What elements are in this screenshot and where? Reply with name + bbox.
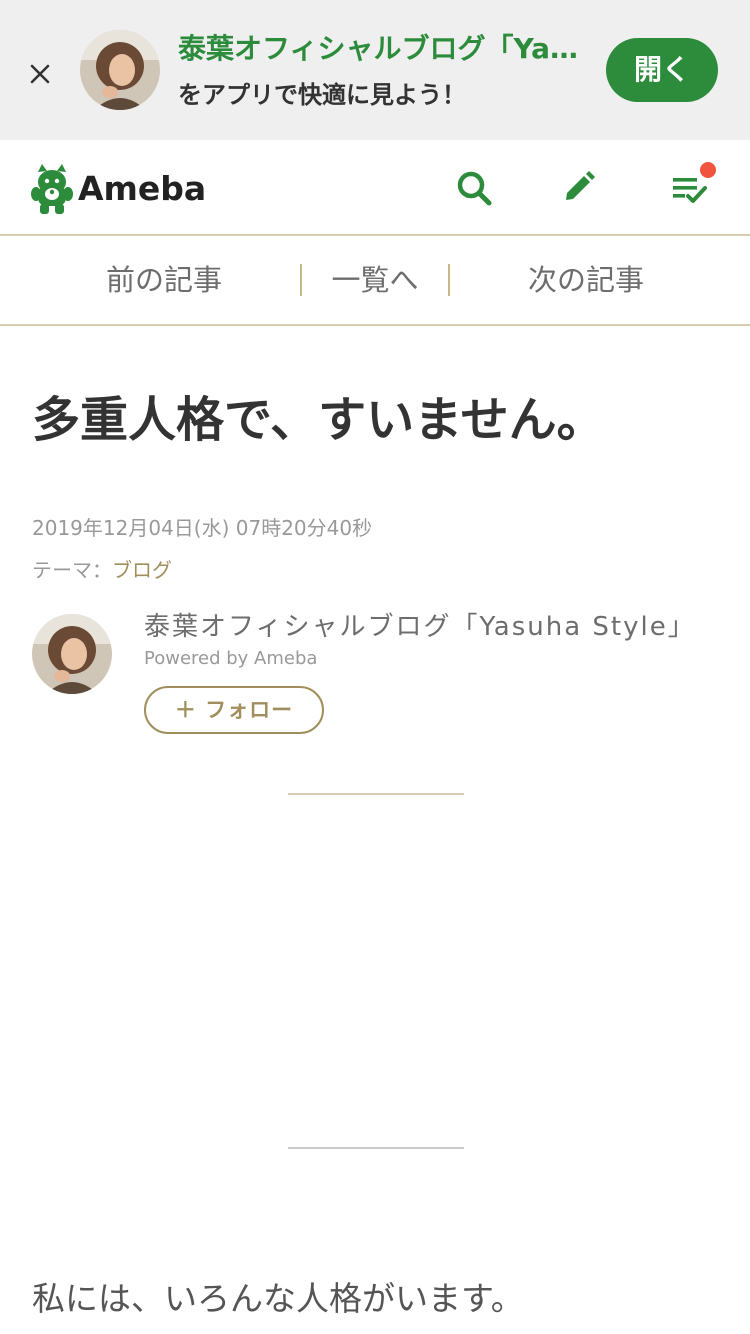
reading-list-icon[interactable] xyxy=(670,162,716,208)
next-article-link[interactable]: 次の記事 xyxy=(460,236,712,324)
entry-date: 2019年12月04日(水) 07時20分40秒 xyxy=(32,516,373,540)
banner-title: 泰葉オフィシャルブログ「Yasuha Style」 xyxy=(178,32,590,65)
nav-divider xyxy=(448,264,450,296)
powered-by-text: Powered by Ameba xyxy=(144,648,318,669)
entry-title: 多重人格で、すいません。 xyxy=(32,392,605,448)
notification-badge xyxy=(700,162,716,178)
ameba-logo-icon xyxy=(31,164,73,214)
open-app-button[interactable]: 開く xyxy=(606,38,718,102)
author-blog-name[interactable]: 泰葉オフィシャルブログ「Yasuha Style」 xyxy=(144,610,696,644)
search-icon[interactable] xyxy=(454,168,494,208)
theme-label: テーマ： xyxy=(32,558,112,582)
entry-body-text: 私には、いろんな人格がいます。 xyxy=(32,1279,524,1318)
article-list-link[interactable]: 一覧へ xyxy=(302,236,448,324)
follow-button[interactable]: ＋ フォロー xyxy=(144,686,324,734)
pencil-icon[interactable] xyxy=(558,168,598,208)
theme-link[interactable]: ブログ xyxy=(112,558,172,582)
close-icon[interactable] xyxy=(24,58,56,90)
section-divider-bottom xyxy=(288,1147,464,1149)
app-install-banner: 泰葉オフィシャルブログ「Yasuha Style」 をアプリで快適に見よう！ 開… xyxy=(0,0,750,140)
prev-article-link[interactable]: 前の記事 xyxy=(40,236,288,324)
author-avatar[interactable] xyxy=(32,614,112,694)
logo-text: Ameba xyxy=(78,168,207,208)
entry-theme: テーマ：ブログ xyxy=(32,554,172,583)
article-navigation: 前の記事 一覧へ 次の記事 xyxy=(0,236,750,326)
banner-subtitle: をアプリで快適に見よう！ xyxy=(178,81,466,109)
site-header: Ameba xyxy=(0,140,750,236)
blog-avatar xyxy=(80,30,160,110)
section-divider-top xyxy=(288,793,464,795)
ameba-logo[interactable]: Ameba xyxy=(30,160,206,216)
